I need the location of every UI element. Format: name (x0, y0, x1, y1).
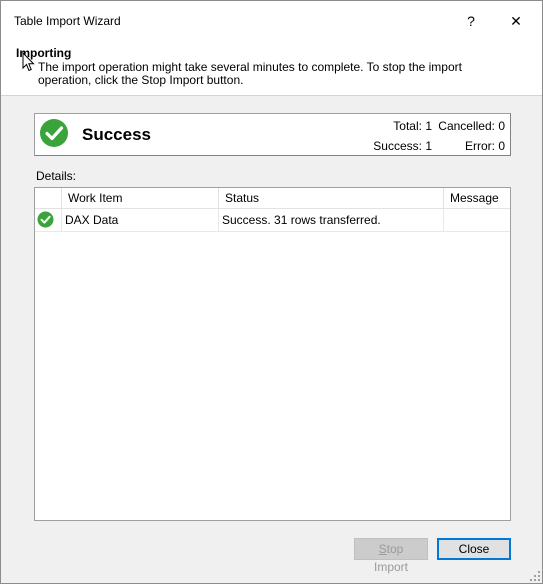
help-button[interactable]: ? (456, 7, 486, 35)
row-work-item: DAX Data (62, 209, 219, 231)
table-row[interactable]: DAX Data Success. 31 rows transferred. (35, 209, 510, 232)
cancelled-count: Cancelled: 0 (438, 119, 505, 133)
status-summary-panel: Success Total: 1 Cancelled: 0 Success: 1… (34, 113, 511, 156)
help-icon: ? (467, 13, 475, 29)
success-check-icon (37, 211, 54, 228)
column-header-status[interactable]: Status (219, 188, 444, 208)
window-title: Table Import Wizard (14, 14, 121, 28)
details-grid[interactable]: Work Item Status Message DAX Data Succes… (34, 187, 511, 521)
resize-grip-icon[interactable] (530, 571, 540, 581)
success-count: Success: 1 (373, 139, 432, 153)
page-description: The import operation might take several … (38, 60, 462, 87)
row-icon-cell (35, 209, 62, 231)
title-bar: Table Import Wizard ? ✕ (1, 1, 542, 41)
mouse-pointer-icon (22, 52, 35, 72)
row-message (444, 209, 510, 231)
close-icon: ✕ (510, 12, 522, 29)
error-count: Error: 0 (464, 139, 505, 153)
column-header-work-item[interactable]: Work Item (62, 188, 219, 208)
total-count: Total: 1 (393, 119, 432, 133)
success-check-icon (40, 119, 68, 147)
column-header-message[interactable]: Message (444, 188, 510, 208)
close-button[interactable]: Close (437, 538, 511, 560)
grid-header: Work Item Status Message (35, 188, 510, 209)
table-import-wizard-window: Table Import Wizard ? ✕ Importing The im… (0, 0, 543, 584)
stop-import-accel: S (378, 542, 387, 556)
window-close-button[interactable]: ✕ (501, 7, 531, 35)
stop-import-button[interactable]: Stop Import (354, 538, 428, 574)
status-text: Success (82, 125, 151, 144)
details-label: Details: (36, 169, 77, 183)
column-header-icon[interactable] (35, 188, 62, 208)
wizard-header: Importing The import operation might tak… (1, 41, 542, 96)
row-status: Success. 31 rows transferred. (219, 209, 444, 231)
